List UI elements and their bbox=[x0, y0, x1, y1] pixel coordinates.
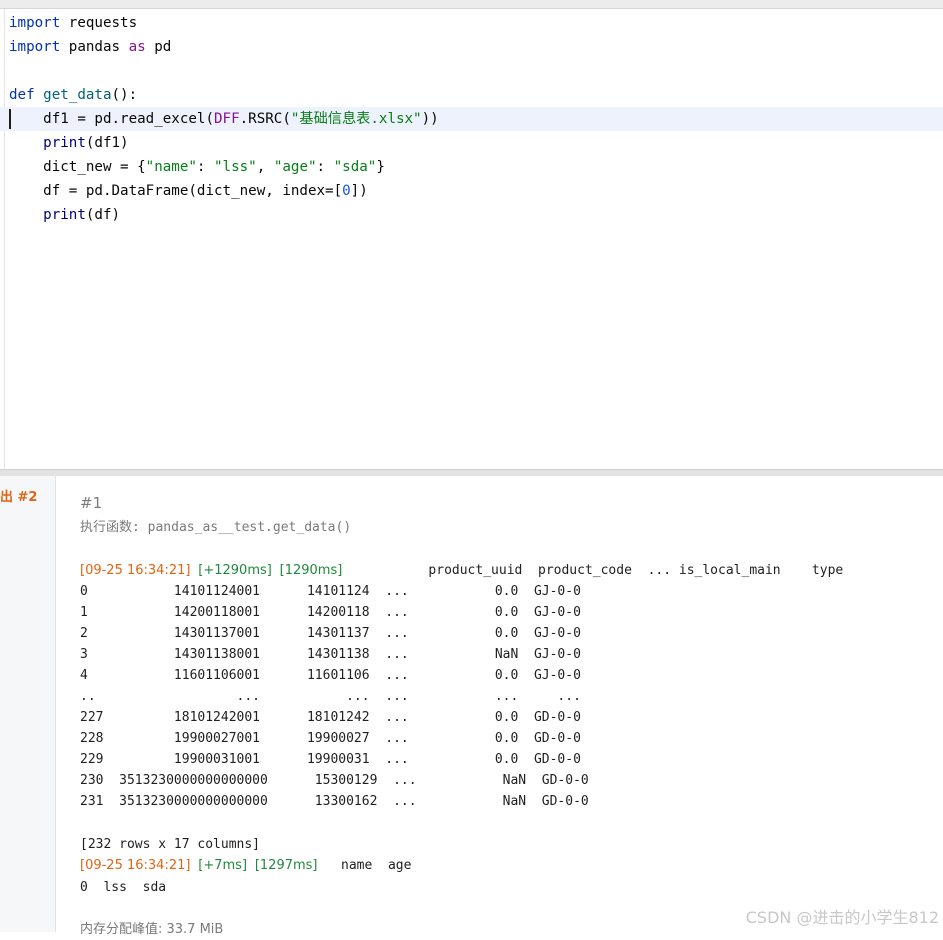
code-token: dict_new = { bbox=[9, 159, 146, 175]
code-token: (df1) bbox=[85, 135, 129, 151]
code-token: "基础信息表.xlsx" bbox=[290, 111, 422, 127]
dataframe-row: 2 14301137001 14301137 ... 0.0 GJ-0-0 bbox=[80, 626, 581, 641]
dataframe-row: 0 14101124001 14101124 ... 0.0 GJ-0-0 bbox=[80, 584, 581, 599]
code-token: print bbox=[43, 135, 86, 151]
log-total: [1297ms] bbox=[254, 858, 318, 873]
code-token: 0 bbox=[342, 183, 351, 199]
dataframe-row: 230 3513230000000000000 15300129 ... NaN… bbox=[80, 773, 589, 788]
code-token: df = pd.DataFrame(dict_new, index=[ bbox=[9, 183, 343, 199]
memory-peak: 内存分配峰值: 33.7 MiB bbox=[80, 922, 224, 937]
dataframe-header: name age bbox=[317, 858, 412, 873]
code-line[interactable]: print(df1) bbox=[9, 131, 129, 155]
code-token: .RSRC( bbox=[239, 111, 291, 127]
exec-function-line: 执行函数: pandas_as__test.get_data() bbox=[80, 517, 351, 538]
dataframe-row: 228 19900027001 19900027 ... 0.0 GD-0-0 bbox=[80, 731, 581, 746]
log-total: [1290ms] bbox=[279, 563, 343, 578]
dataframe-shape: [232 rows x 17 columns] bbox=[80, 837, 261, 852]
code-token: ]) bbox=[350, 183, 368, 199]
code-token: "name" bbox=[145, 159, 197, 175]
output-sidebar: 出 #2 bbox=[0, 476, 56, 932]
code-line[interactable]: dict_new = {"name": "lss", "age": "sda"} bbox=[9, 155, 385, 179]
code-line[interactable]: def get_data(): bbox=[9, 83, 137, 107]
exec-label: 执行函数: bbox=[80, 520, 148, 535]
run-id: #1 bbox=[80, 494, 103, 512]
editor-gutter bbox=[4, 9, 5, 469]
exec-function: pandas_as__test.get_data() bbox=[147, 520, 352, 535]
code-token: as bbox=[128, 39, 146, 55]
dataframe-header: product_uuid product_code ... is_local_m… bbox=[342, 563, 844, 578]
csdn-watermark: CSDN @进击的小学生812 bbox=[745, 908, 939, 927]
code-token: "lss" bbox=[214, 159, 257, 175]
dataframe-row: .. ... ... ... ... ... bbox=[80, 689, 581, 704]
log-line-2: [09-25 16:34:21] [+7ms] [1297ms] name ag… bbox=[80, 855, 411, 876]
output-panel: 出 #2 #1 执行函数: pandas_as__test.get_data()… bbox=[0, 476, 943, 937]
code-line[interactable]: import pandas as pd bbox=[9, 35, 171, 59]
dataframe-row: 229 19900031001 19900031 ... 0.0 GD-0-0 bbox=[80, 752, 581, 767]
dataframe-row: 3 14301138001 14301138 ... NaN GJ-0-0 bbox=[80, 647, 581, 662]
code-line[interactable]: import requests bbox=[9, 11, 137, 35]
dataframe-row: 227 18101242001 18101242 ... 0.0 GD-0-0 bbox=[80, 710, 581, 725]
code-token: get_data bbox=[43, 87, 112, 103]
log-delta: [+7ms] bbox=[198, 858, 248, 873]
panel-splitter[interactable] bbox=[0, 469, 943, 476]
log-timestamp: [09-25 16:34:21] bbox=[80, 563, 191, 578]
output-tab-label[interactable]: 出 #2 bbox=[0, 486, 37, 505]
code-token: import bbox=[9, 39, 61, 55]
code-token: , bbox=[256, 159, 274, 175]
code-token: : bbox=[196, 159, 215, 175]
code-token: (df) bbox=[85, 207, 121, 223]
code-token: df1 = pd.read_excel( bbox=[9, 111, 214, 127]
code-line[interactable]: print(df) bbox=[9, 203, 120, 227]
code-line[interactable]: df1 = pd.read_excel(DFF.RSRC("基础信息表.xlsx… bbox=[0, 107, 943, 131]
code-line[interactable]: df = pd.DataFrame(dict_new, index=[0]) bbox=[9, 179, 368, 203]
top-toolbar-strip bbox=[0, 0, 943, 9]
code-token: def bbox=[9, 87, 35, 103]
code-editor[interactable]: import requests import pandas as pd def ge… bbox=[0, 9, 943, 469]
dataframe-row: 1 14200118001 14200118 ... 0.0 GJ-0-0 bbox=[80, 605, 581, 620]
code-token: } bbox=[376, 159, 385, 175]
code-token: import bbox=[9, 15, 61, 31]
code-token: pandas bbox=[60, 39, 129, 55]
dataframe-row: 0 lss sda bbox=[80, 880, 167, 895]
code-token: DFF bbox=[214, 111, 240, 127]
log-delta: [+1290ms] bbox=[198, 563, 272, 578]
code-token: )) bbox=[421, 111, 439, 127]
log-timestamp: [09-25 16:34:21] bbox=[80, 858, 191, 873]
code-token: "sda" bbox=[333, 159, 377, 175]
dataframe-row: 231 3513230000000000000 13300162 ... NaN… bbox=[80, 794, 589, 809]
code-token: "age" bbox=[273, 159, 317, 175]
code-token: print bbox=[43, 207, 86, 223]
code-token: pd bbox=[145, 39, 172, 55]
code-token: (): bbox=[111, 87, 138, 103]
code-token: requests bbox=[60, 15, 138, 31]
code-token: : bbox=[316, 159, 334, 175]
dataframe-row: 4 11601106001 11601106 ... 0.0 GJ-0-0 bbox=[80, 668, 581, 683]
text-caret bbox=[9, 109, 11, 129]
log-line-1: [09-25 16:34:21] [+1290ms] [1290ms] prod… bbox=[80, 560, 843, 581]
